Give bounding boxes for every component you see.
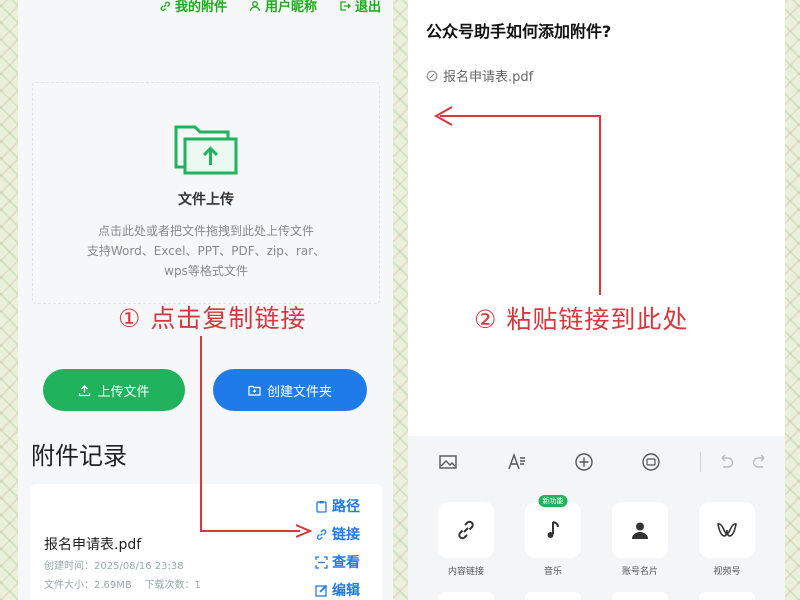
step1-annotation: ① 点击复制链接 (118, 304, 307, 333)
insert-content-link[interactable]: 内容链接 (436, 502, 496, 577)
insert-channels[interactable]: 视频号 (697, 502, 757, 577)
music-label: 音乐 (543, 567, 562, 577)
link-label: 链接 (332, 527, 360, 543)
channels-tile (699, 502, 755, 558)
step1-arrow-line (200, 530, 300, 532)
content-link-label: 内容链接 (447, 567, 484, 577)
upload-desc-line: 点击此处或者把文件拖拽到此处上传文件 (97, 224, 314, 238)
attachment-record-card: 报名申请表.pdf 创建时间：2025/08/16 23:38 文件大小：2.6… (30, 484, 382, 600)
upload-desc-line: wps等格式文件 (164, 264, 248, 278)
upload-file-label: 上传文件 (97, 384, 150, 400)
attachment-link-icon (426, 70, 438, 81)
upload-desc-line: 支持Word、Excel、PPT、PDF、zip、rar、 (86, 244, 326, 258)
next-row-tile (525, 592, 581, 600)
record-file-name: 报名申请表.pdf (44, 537, 142, 553)
scan-icon (315, 555, 328, 569)
path-button[interactable]: 路径 (315, 496, 360, 516)
folder-upload-icon (174, 125, 238, 175)
upload-title: 文件上传 (178, 192, 234, 208)
next-row-tile (438, 592, 494, 600)
user-nickname-label: 用户昵称 (264, 0, 317, 15)
edit-button[interactable]: 编辑 (315, 580, 360, 600)
undo-glyph (721, 454, 734, 468)
upload-icon (79, 384, 91, 396)
article-title[interactable]: 公众号助手如何添加附件? (426, 18, 611, 42)
top-links: 我的附件 用户昵称 退出 (159, 0, 381, 15)
path-label: 路径 (332, 499, 360, 515)
user-icon (249, 0, 261, 11)
record-file-size: 文件大小：2.69MB (44, 580, 132, 591)
image-glyph (439, 455, 457, 469)
step1-arrow-line (200, 336, 202, 532)
emoji-icon[interactable] (639, 450, 663, 474)
logout-icon (340, 0, 351, 11)
my-attachments-label: 我的附件 (174, 0, 227, 15)
link-icon (458, 520, 474, 540)
edit-icon (315, 584, 328, 597)
redo-glyph (752, 454, 765, 468)
text-format-icon[interactable] (505, 450, 529, 474)
new-feature-badge: 新功能 (538, 495, 568, 507)
channels-icon (717, 523, 737, 537)
record-download-count: 下载次数：1 (144, 580, 201, 591)
content-link-tile (438, 502, 494, 558)
next-row-tile (699, 592, 755, 600)
step2-arrow-line (599, 115, 601, 295)
folder-add-icon (248, 385, 261, 396)
emoji-glyph (642, 453, 660, 471)
upload-description: 点击此处或者把文件拖拽到此处上传文件 支持Word、Excel、PPT、PDF、… (87, 221, 325, 281)
record-file-stats: 文件大小：2.69MB 下载次数：1 (44, 576, 201, 591)
channels-label: 视频号 (713, 567, 741, 577)
logout-label: 退出 (354, 0, 381, 15)
attachment-link[interactable]: 报名申请表.pdf (426, 66, 533, 85)
link-icon (160, 1, 170, 11)
view-label: 查看 (332, 555, 360, 571)
insert-music[interactable]: 新功能 音乐 (523, 495, 583, 577)
create-folder-button[interactable]: 创建文件夹 (213, 369, 367, 411)
record-created-time: 创建时间：2025/08/16 23:38 (44, 561, 184, 572)
link-icon (316, 528, 327, 540)
create-folder-label: 创建文件夹 (266, 384, 332, 400)
editor-toolbar: 内容链接 新功能 音乐 账号名片 视频号 (408, 436, 785, 600)
redo-icon[interactable] (748, 450, 772, 474)
user-nickname-link[interactable]: 用户昵称 (249, 0, 317, 15)
attachment-name: 报名申请表.pdf (443, 70, 534, 85)
music-tile: 新功能 (525, 495, 581, 558)
text-format-glyph (508, 452, 525, 470)
undo-icon[interactable] (714, 450, 738, 474)
edit-label: 编辑 (332, 583, 360, 599)
music-note-icon (547, 521, 559, 538)
step2-arrowhead (434, 106, 453, 126)
person-icon (632, 522, 648, 539)
my-attachments-link[interactable]: 我的附件 (159, 0, 227, 15)
insert-account-card[interactable]: 账号名片 (610, 502, 670, 577)
next-row-tile (612, 592, 668, 600)
account-card-tile (612, 502, 668, 558)
view-button[interactable]: 查看 (315, 552, 360, 572)
step1-arrowhead (296, 524, 312, 538)
add-circle-icon[interactable] (572, 450, 596, 474)
upload-file-button[interactable]: 上传文件 (43, 369, 185, 411)
attachment-records-title: 附件记录 (31, 442, 127, 470)
logout-link[interactable]: 退出 (339, 0, 381, 15)
step2-arrow-line (440, 115, 601, 117)
account-card-label: 账号名片 (621, 567, 658, 577)
clipboard-icon (316, 500, 327, 513)
file-upload-dropzone[interactable]: 文件上传 点击此处或者把文件拖拽到此处上传文件 支持Word、Excel、PPT… (32, 82, 380, 304)
toolbar-divider (700, 452, 701, 472)
image-icon[interactable] (436, 450, 460, 474)
add-circle-glyph (575, 453, 593, 471)
copy-link-button[interactable]: 链接 (315, 524, 360, 544)
step2-annotation: ② 粘贴链接到此处 (474, 305, 689, 334)
